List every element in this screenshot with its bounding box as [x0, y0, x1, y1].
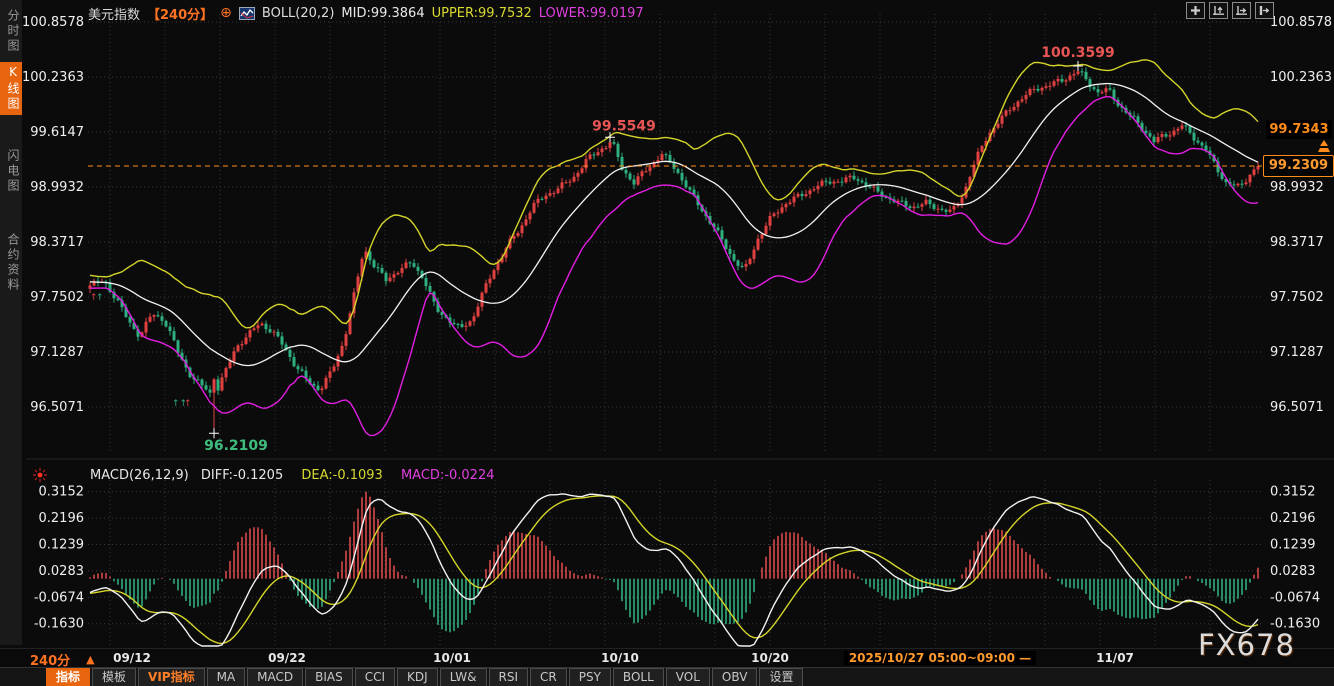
toolbar-button-BIAS[interactable]: BIAS [305, 668, 353, 686]
sidebar-tab-0[interactable]: 分时图 [0, 6, 22, 57]
indicator-toolbar: 指标模板VIP指标MAMACDBIASCCIKDJLW&RSICRPSYBOLL… [0, 667, 1334, 686]
svg-text:-0.1630: -0.1630 [34, 617, 84, 632]
boll-mid-line [90, 84, 1258, 366]
axis-labels: 100.8578 100.8578 100.2363 100.2363 99.6147 9… [22, 15, 1332, 632]
svg-text:97.1287: 97.1287 [1270, 345, 1324, 360]
svg-text:↑: ↑ [184, 399, 192, 409]
add-indicator-icon[interactable]: ⊕ [220, 5, 232, 21]
toolbar-button-KDJ[interactable]: KDJ [397, 668, 438, 686]
svg-text:96.5071: 96.5071 [1270, 400, 1324, 415]
indicator-marker-icon[interactable] [32, 467, 48, 483]
shift-right-icon[interactable] [1255, 2, 1274, 19]
svg-text:97.7502: 97.7502 [30, 290, 84, 305]
boll-lower-value: LOWER:99.0197 [539, 6, 644, 21]
crosshair-time-label: 2025/10/27 05:00~09:00 — [844, 651, 1036, 665]
watermark: FX678 [1198, 628, 1295, 662]
boll-upper-line [90, 60, 1258, 328]
svg-text:97.1287: 97.1287 [30, 345, 84, 360]
candlestick-layer [89, 66, 1260, 433]
macd-diff-value: DIFF:-0.1205 [201, 468, 283, 483]
svg-text:0.0283: 0.0283 [39, 564, 85, 579]
boll-mid-value: MID:99.3864 [341, 6, 424, 21]
boll-upper-value: UPPER:99.7532 [432, 6, 532, 21]
date-tick-label: 10/20 [751, 651, 789, 665]
svg-text:96.5071: 96.5071 [30, 400, 84, 415]
sidebar: 分时图 K线图闪电图合约资料 [0, 0, 22, 645]
date-tick-label: 11/07 [1096, 651, 1134, 665]
toolbar-button-设置[interactable]: 设置 [759, 668, 803, 686]
svg-text:98.3717: 98.3717 [30, 235, 84, 250]
crosshair-mark [209, 428, 219, 438]
y-axis-scale-icon[interactable] [1209, 2, 1228, 19]
date-tick-label: 09/22 [268, 651, 306, 665]
date-tick-label: 09/12 [113, 651, 151, 665]
svg-text:0.0283: 0.0283 [1270, 564, 1316, 579]
svg-text:100.8578: 100.8578 [22, 15, 84, 30]
toolbar-button-VIP指标[interactable]: VIP指标 [138, 668, 205, 686]
svg-text:100.2363: 100.2363 [22, 70, 84, 85]
svg-text:0.2196: 0.2196 [1270, 511, 1316, 526]
toolbar-button-MA[interactable]: MA [207, 668, 246, 686]
period-expand-icon[interactable]: ▲ [86, 653, 94, 666]
boll-lower-line [90, 97, 1258, 436]
toolbar-button-VOL[interactable]: VOL [666, 668, 710, 686]
price-annotations: 99.5549 100.3599 96.2109 [204, 45, 1115, 454]
chart-type-icon[interactable] [239, 7, 255, 20]
svg-text:-0.0674: -0.0674 [34, 590, 84, 605]
toolbar-button-BOLL[interactable]: BOLL [613, 668, 664, 686]
svg-text:98.3717: 98.3717 [1270, 235, 1324, 250]
svg-text:98.9932: 98.9932 [30, 180, 84, 195]
macd-param-label: MACD(26,12,9) [90, 468, 189, 483]
toolbar-button-LW&[interactable]: LW& [440, 668, 487, 686]
svg-text:0.3152: 0.3152 [39, 485, 85, 500]
toolbar-button-CR[interactable]: CR [530, 668, 567, 686]
svg-text:0.3152: 0.3152 [1270, 485, 1316, 500]
toolbar-button-RSI[interactable]: RSI [489, 668, 529, 686]
svg-text:100.8578: 100.8578 [1270, 15, 1332, 30]
svg-text:0.2196: 0.2196 [39, 511, 85, 526]
toolbar-button-模板[interactable]: 模板 [92, 668, 136, 686]
x-axis-scale-icon[interactable] [1232, 2, 1251, 19]
svg-text:100.3599: 100.3599 [1041, 45, 1115, 61]
upper-price-tag: 99.7343 [1266, 120, 1332, 139]
svg-text:0.1239: 0.1239 [1270, 538, 1316, 553]
move-icon[interactable] [1186, 2, 1205, 19]
svg-text:97.7502: 97.7502 [1270, 290, 1324, 305]
svg-text:0.1239: 0.1239 [39, 538, 85, 553]
chart-canvas[interactable]: 100.8578 100.8578 100.2363 100.2363 99.6147 9… [0, 0, 1334, 648]
toolbar-button-OBV[interactable]: OBV [712, 668, 758, 686]
svg-text:98.9932: 98.9932 [1270, 180, 1324, 195]
price-alert-arrow-icon [1317, 140, 1331, 153]
toolbar-button-CCI[interactable]: CCI [355, 668, 395, 686]
macd-histogram-layer [90, 492, 1258, 633]
toolbar-button-指标[interactable]: 指标 [46, 668, 90, 686]
svg-text:96.2109: 96.2109 [204, 438, 268, 454]
toolbar-button-PSY[interactable]: PSY [569, 668, 611, 686]
date-tick-label: 10/01 [433, 651, 471, 665]
macd-macd-value: MACD:-0.0224 [401, 468, 495, 483]
current-price-tag: 99.2309 [1263, 155, 1334, 177]
sidebar-tab-1[interactable]: K线图 [0, 62, 22, 115]
macd-dea-value: DEA:-0.1093 [301, 468, 382, 483]
window-tool-icons [1186, 2, 1274, 19]
chart-header: 美元指数 【240分】 ⊕ BOLL(20,2) MID:99.3864 UPP… [88, 4, 644, 22]
svg-text:↑: ↑ [96, 293, 104, 303]
period-tag: 【240分】 [147, 4, 213, 23]
svg-text:100.2363: 100.2363 [1270, 70, 1332, 85]
sidebar-tab-2[interactable]: 闪电图 [0, 146, 22, 197]
macd-header: MACD(26,12,9) DIFF:-0.1205 DEA:-0.1093 M… [90, 468, 495, 483]
sidebar-tab-3[interactable]: 合约资料 [0, 230, 22, 296]
date-axis-row: 240分 ▲ 09/1209/2210/0110/1010/202025/10/… [0, 648, 1334, 668]
symbol-name: 美元指数 [88, 4, 140, 23]
trading-app-window: 100.8578 100.8578 100.2363 100.2363 99.6147 9… [0, 0, 1334, 686]
svg-text:99.6147: 99.6147 [30, 125, 84, 140]
boll-param-label: BOLL(20,2) [262, 6, 335, 21]
date-tick-label: 10/10 [601, 651, 639, 665]
toolbar-button-MACD[interactable]: MACD [247, 668, 303, 686]
svg-text:99.5549: 99.5549 [592, 118, 656, 134]
svg-text:-0.0674: -0.0674 [1270, 590, 1320, 605]
